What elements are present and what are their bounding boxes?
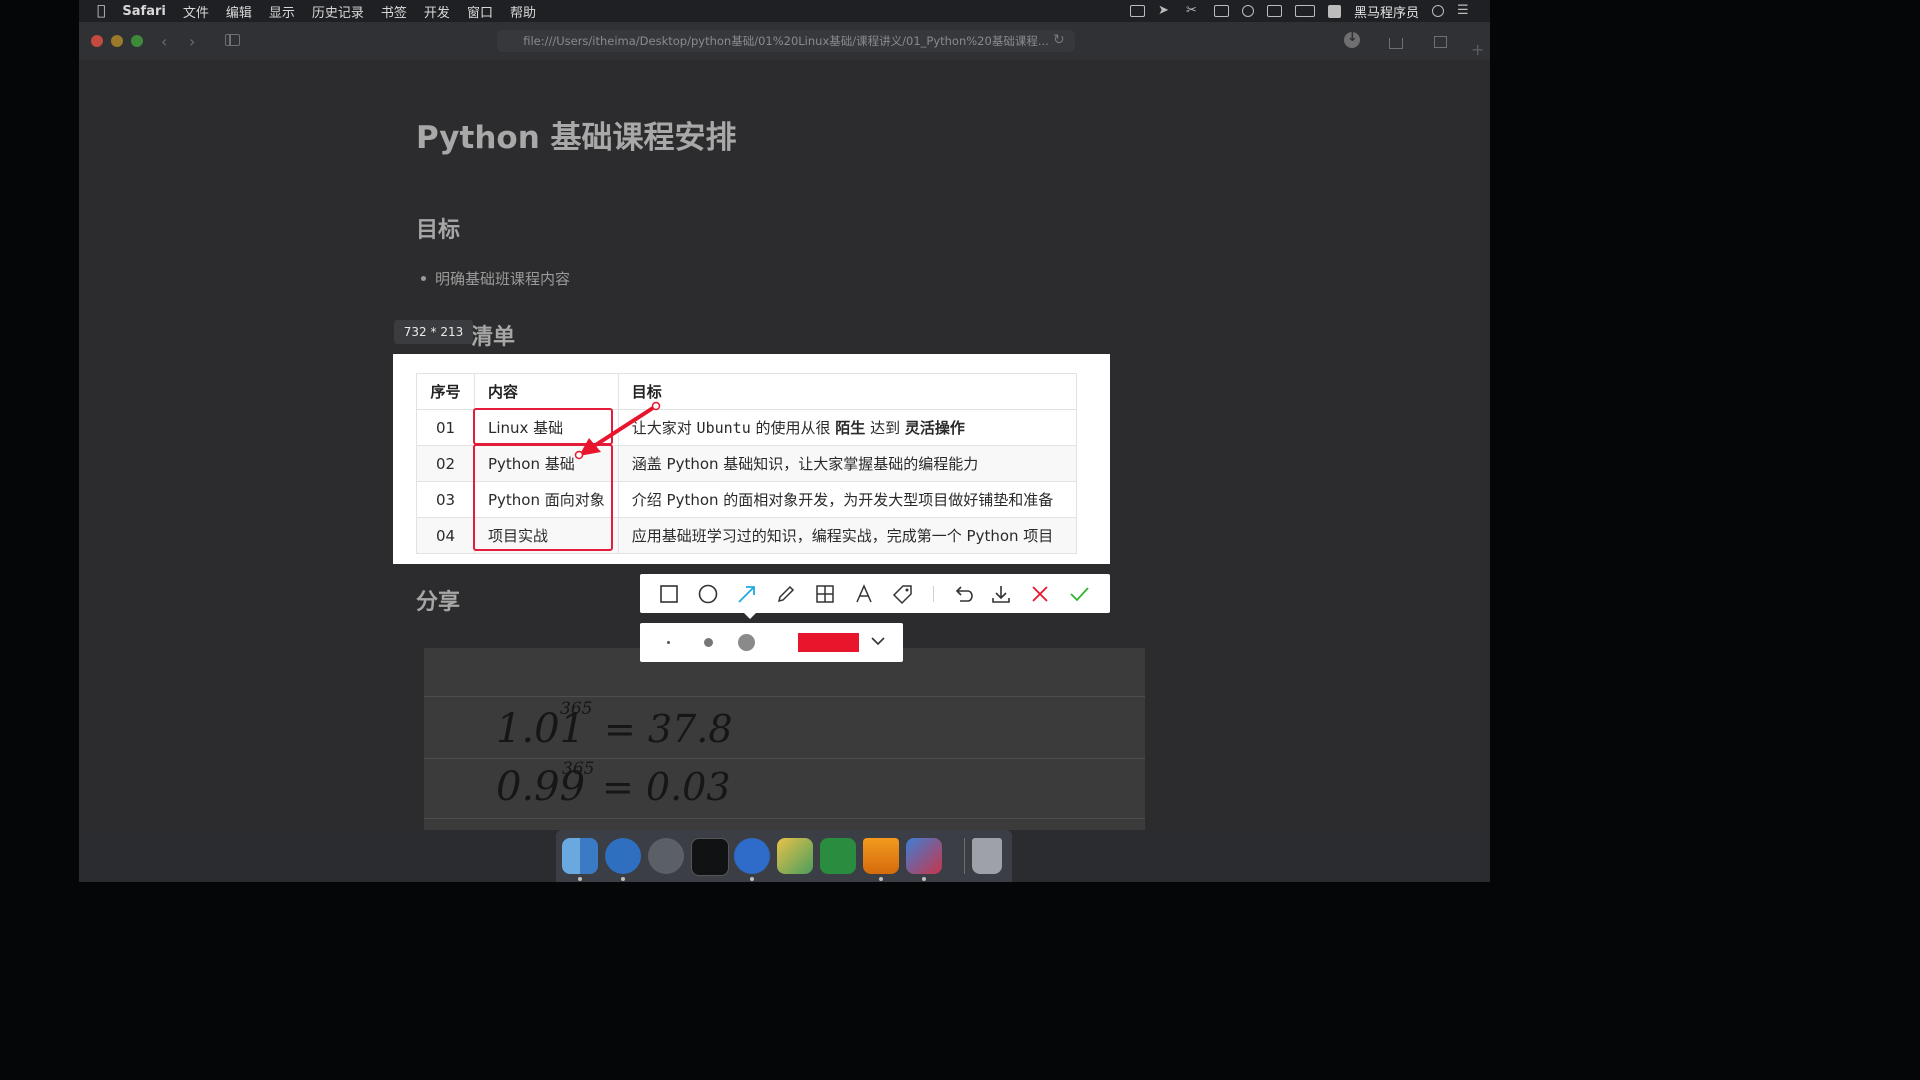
menu-user-name[interactable]: 黑马程序员 xyxy=(1354,2,1419,21)
goal-list-item: 明确基础班课程内容 xyxy=(421,268,570,289)
goal-item-text: 明确基础班课程内容 xyxy=(435,270,571,288)
goal-heading: 目标 xyxy=(416,218,461,243)
remote-desktop-icon[interactable] xyxy=(906,838,942,874)
menu-help[interactable]: 帮助 xyxy=(510,2,536,21)
handwriting-image: 1.01 365 = 37.8 0.99 365 = 0.03 xyxy=(424,648,1145,830)
input-method-icon[interactable] xyxy=(1327,4,1341,18)
safari-icon[interactable] xyxy=(605,838,641,874)
close-icon[interactable] xyxy=(1029,583,1051,605)
menu-edit[interactable]: 编辑 xyxy=(226,2,252,21)
chevron-down-icon[interactable] xyxy=(867,630,889,652)
stroke-size-small[interactable] xyxy=(667,641,670,644)
finder-icon[interactable] xyxy=(562,838,598,874)
bullet-dot xyxy=(421,276,426,281)
confirm-icon[interactable] xyxy=(1068,583,1090,605)
close-window-button[interactable] xyxy=(91,35,103,47)
search-icon[interactable] xyxy=(1432,5,1444,17)
browser-toolbar: ‹ › file:///Users/itheima/Desktop/python… xyxy=(79,22,1490,61)
new-tab-icon[interactable]: + xyxy=(1471,40,1484,59)
running-indicator xyxy=(578,877,582,881)
rectangle-icon[interactable] xyxy=(658,583,680,605)
stroke-size-medium[interactable] xyxy=(704,638,713,647)
annotation-options-bar xyxy=(640,623,903,662)
trash-icon[interactable] xyxy=(972,838,1002,874)
color-swatch[interactable] xyxy=(798,633,859,652)
sidebar-toggle-icon[interactable] xyxy=(225,34,240,46)
terminal-icon[interactable] xyxy=(691,838,729,876)
capture-size-badge: 732 * 213 xyxy=(394,320,473,344)
screenshot-capture-region[interactable]: 序号 内容 目标 01 Linux 基础 让大家对 Ubuntu 的使用从很 陌… xyxy=(393,354,1110,564)
apple-menu-icon[interactable]:  xyxy=(97,3,105,19)
formula1-result: = 37.8 xyxy=(604,707,733,751)
menu-view[interactable]: 显示 xyxy=(269,2,295,21)
arrow-icon[interactable] xyxy=(736,583,758,605)
xmind-icon[interactable] xyxy=(820,838,856,874)
toolbar-pointer xyxy=(744,613,756,619)
send-icon[interactable]: ➤ xyxy=(1158,4,1173,17)
handwritten-formulas: 1.01 365 = 37.8 0.99 365 = 0.03 xyxy=(496,699,733,810)
airplay-icon[interactable] xyxy=(1266,5,1282,17)
launchpad-icon[interactable] xyxy=(648,838,684,874)
desktop-screen:  Safari 文件 编辑 显示 历史记录 书签 开发 窗口 帮助 ➤ ✂ 黑… xyxy=(79,0,1490,882)
stroke-size-large[interactable] xyxy=(738,634,755,651)
toolbar-separator xyxy=(933,586,934,602)
screen-record-icon[interactable] xyxy=(1129,5,1145,17)
list-icon[interactable]: ☰ xyxy=(1457,4,1472,17)
dock-divider xyxy=(964,838,965,874)
pencil-icon[interactable] xyxy=(775,583,797,605)
tabs-overview-icon[interactable] xyxy=(1434,36,1447,48)
maps-icon[interactable] xyxy=(777,838,813,874)
running-indicator xyxy=(922,877,926,881)
vlc-icon[interactable] xyxy=(863,838,899,874)
back-arrow-icon[interactable]: ‹ xyxy=(161,32,167,51)
scissors-icon[interactable]: ✂ xyxy=(1186,4,1201,17)
running-indicator xyxy=(621,877,625,881)
text-icon[interactable] xyxy=(853,583,875,605)
tag-icon[interactable] xyxy=(892,583,914,605)
menu-develop[interactable]: 开发 xyxy=(424,2,450,21)
running-indicator xyxy=(750,877,754,881)
mosaic-icon[interactable] xyxy=(814,583,836,605)
formula1-exponent: 365 xyxy=(560,699,592,719)
share-heading: 分享 xyxy=(416,590,461,615)
menu-bookmarks[interactable]: 书签 xyxy=(381,2,407,21)
screen-recorder-icon[interactable] xyxy=(734,838,770,874)
window-copy-icon[interactable] xyxy=(1213,5,1229,17)
formula2-exponent: 365 xyxy=(562,759,594,779)
page-title: Python 基础课程安排 xyxy=(416,120,737,156)
forward-arrow-icon[interactable]: › xyxy=(189,32,195,51)
undo-icon[interactable] xyxy=(951,583,973,605)
battery-icon[interactable] xyxy=(1294,5,1315,17)
share-icon[interactable] xyxy=(1389,38,1403,49)
menu-history[interactable]: 历史记录 xyxy=(312,2,364,21)
address-bar[interactable]: file:///Users/itheima/Desktop/python基础/0… xyxy=(497,30,1075,52)
zoom-window-button[interactable] xyxy=(131,35,143,47)
shield-icon[interactable] xyxy=(1241,5,1254,17)
formula2-result: = 0.03 xyxy=(602,765,731,809)
menu-file[interactable]: 文件 xyxy=(183,2,209,21)
menu-bar:  Safari 文件 编辑 显示 历史记录 书签 开发 窗口 帮助 ➤ ✂ 黑… xyxy=(79,0,1490,22)
ellipse-icon[interactable] xyxy=(697,583,719,605)
download-icon[interactable] xyxy=(990,583,1012,605)
reload-icon[interactable]: ↻ xyxy=(1053,32,1065,48)
dock xyxy=(556,830,1012,882)
annotation-arrow-icon[interactable] xyxy=(393,354,1110,564)
annotation-toolbar xyxy=(640,574,1110,613)
menu-app-name[interactable]: Safari xyxy=(122,4,165,19)
downloads-icon[interactable] xyxy=(1344,30,1360,48)
menu-window[interactable]: 窗口 xyxy=(467,2,493,21)
list-heading: 清单 xyxy=(471,325,516,350)
minimize-window-button[interactable] xyxy=(111,35,123,47)
running-indicator xyxy=(879,877,883,881)
